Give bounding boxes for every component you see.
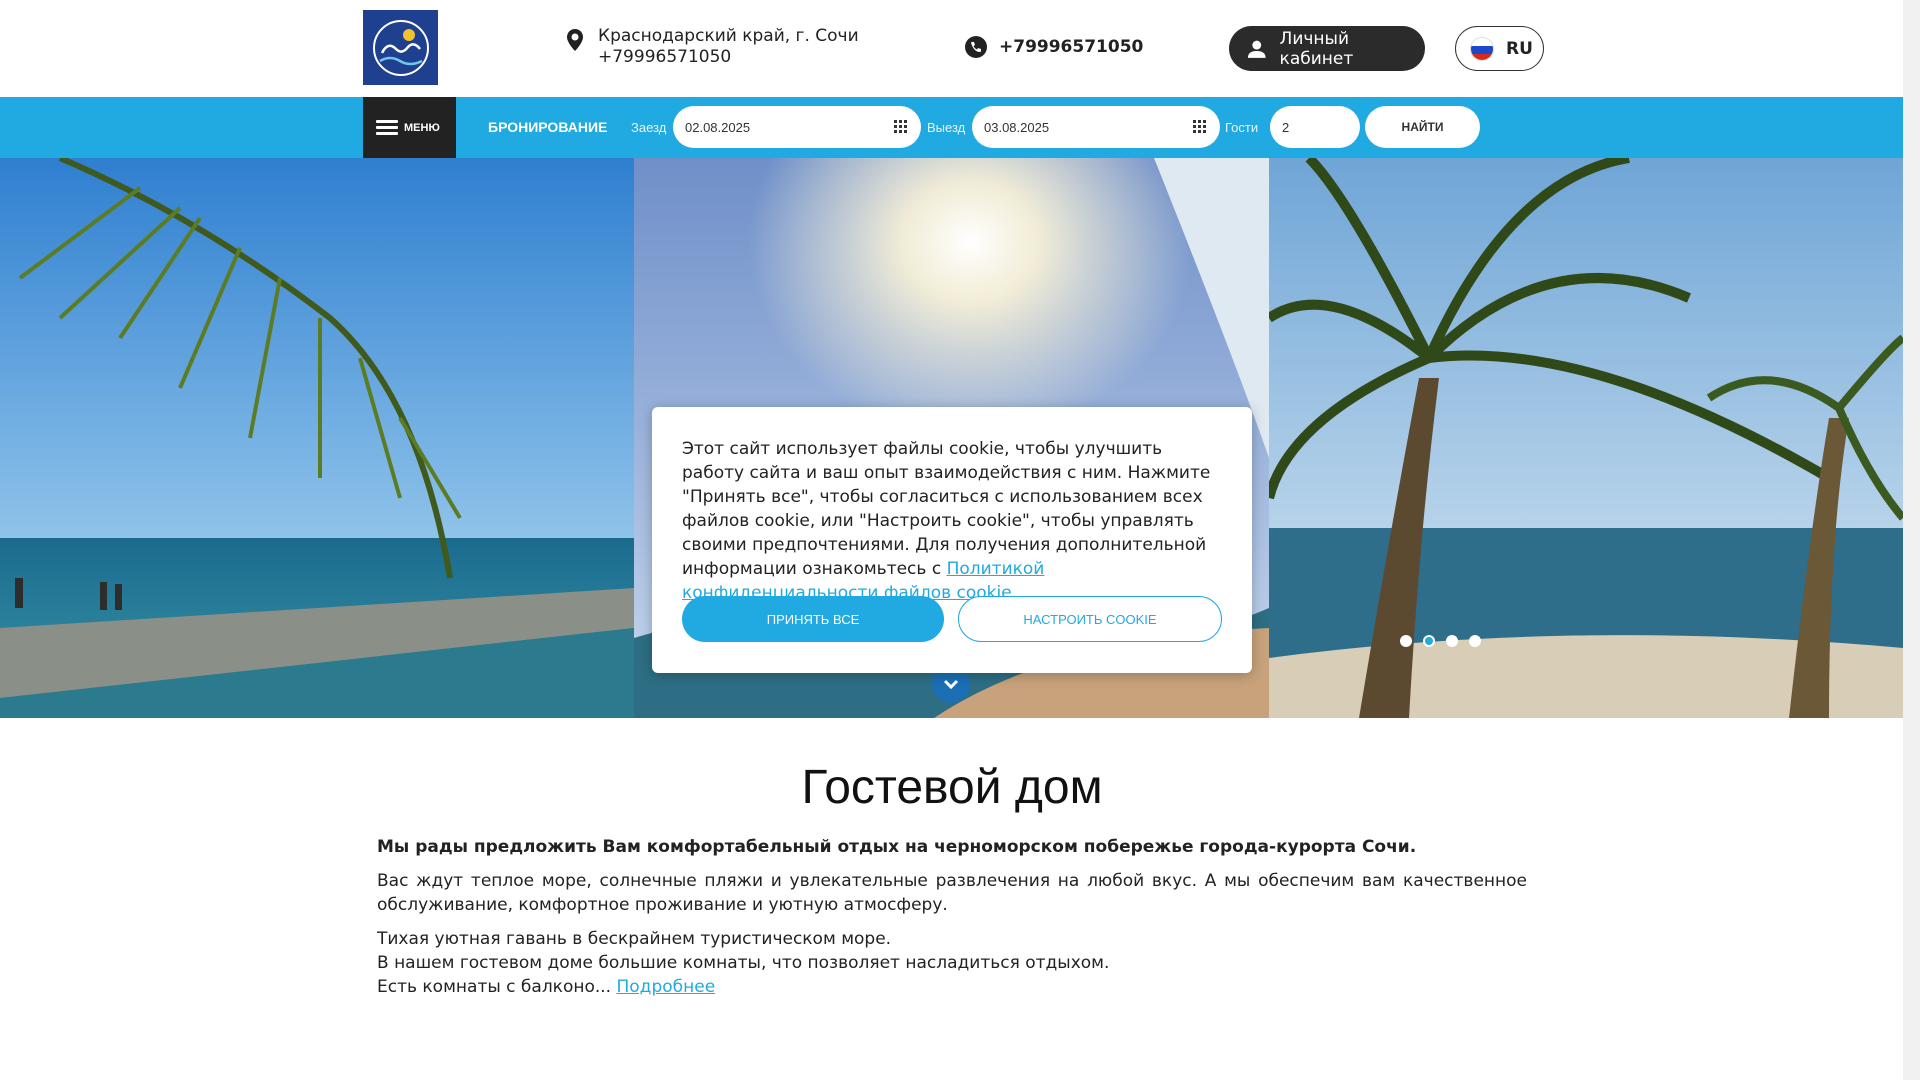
slider-dot-active[interactable] [1423, 635, 1435, 647]
rooms-line-1: Тихая уютная гавань в бескрайнем туристи… [377, 929, 892, 949]
chevron-down-icon [943, 679, 959, 689]
hero-image-right [1269, 158, 1903, 718]
page-title: Гостевой дом [801, 761, 1103, 814]
address-text: Краснодарский край, г. Сочи [598, 26, 859, 46]
site-header: Краснодарский край, г. Сочи +79996571050… [0, 0, 1903, 97]
language-selector[interactable]: RU [1455, 26, 1544, 71]
guests-label: Гости [1225, 120, 1259, 135]
phone-number[interactable]: +79996571050 [999, 37, 1143, 57]
checkout-date-input[interactable]: 03.08.2025 [972, 106, 1220, 148]
calendar-icon[interactable] [894, 120, 907, 133]
menu-label: МЕНЮ [404, 121, 440, 134]
guests-input[interactable]: 2 [1270, 106, 1360, 148]
cookie-message: Этот сайт использует файлы cookie, чтобы… [682, 437, 1222, 605]
hamburger-icon [376, 117, 398, 138]
header-address: Краснодарский край, г. Сочи +79996571050 [565, 26, 859, 68]
main-content: Гостевой дом Мы рады предложить Вам комф… [377, 760, 1527, 1009]
slider-dot[interactable] [1400, 635, 1412, 647]
calendar-icon[interactable] [1193, 120, 1206, 133]
address-phone[interactable]: +79996571050 [598, 47, 859, 68]
find-button[interactable]: НАЙТИ [1365, 106, 1480, 148]
checkout-label: Выезд [927, 120, 966, 135]
slider-dot[interactable] [1446, 635, 1458, 647]
checkin-label: Заезд [631, 120, 667, 135]
hero-image-left [0, 158, 634, 718]
logo-emblem-icon [372, 19, 429, 76]
booking-bar: МЕНЮ БРОНИРОВАНИЕ Заезд 02.08.2025 Выезд… [0, 97, 1903, 158]
page-scrollbar[interactable] [1903, 0, 1920, 1080]
description-paragraph: Вас ждут теплое море, солнечные пляжи и … [377, 871, 1527, 915]
personal-cabinet-button[interactable]: Личный кабинет [1229, 26, 1425, 71]
user-icon [1247, 40, 1266, 58]
rooms-line-3: Есть комнаты с балконо... [377, 977, 612, 997]
read-more-link[interactable]: Подробнее [617, 977, 716, 997]
cookie-dialog: Этот сайт использует файлы cookie, чтобы… [652, 407, 1252, 673]
configure-cookie-button[interactable]: НАСТРОИТЬ COOKIE [958, 596, 1222, 642]
site-logo[interactable] [363, 10, 438, 85]
lead-paragraph: Мы рады предложить Вам комфортабельный о… [377, 837, 1417, 857]
slider-dots [1400, 635, 1492, 647]
language-label: RU [1506, 38, 1533, 59]
menu-button[interactable]: МЕНЮ [363, 97, 456, 158]
checkout-value: 03.08.2025 [984, 119, 1050, 135]
guests-value: 2 [1282, 119, 1290, 135]
checkin-date-input[interactable]: 02.08.2025 [673, 106, 921, 148]
checkin-value: 02.08.2025 [685, 119, 751, 135]
booking-title: БРОНИРОВАНИЕ [488, 119, 608, 135]
slider-dot[interactable] [1469, 635, 1481, 647]
header-phone[interactable]: +79996571050 [965, 36, 1143, 58]
accept-all-button[interactable]: ПРИНЯТЬ ВСЕ [682, 596, 944, 642]
rooms-line-2: В нашем гостевом доме большие комнаты, ч… [377, 953, 1110, 973]
rooms-paragraph: Тихая уютная гавань в бескрайнем туристи… [377, 927, 1527, 999]
cabinet-label: Личный кабинет [1279, 28, 1354, 69]
phone-icon [965, 36, 987, 58]
russia-flag-icon [1470, 36, 1494, 61]
cookie-text: Этот сайт использует файлы cookie, чтобы… [682, 439, 1211, 579]
map-pin-icon [567, 29, 583, 51]
